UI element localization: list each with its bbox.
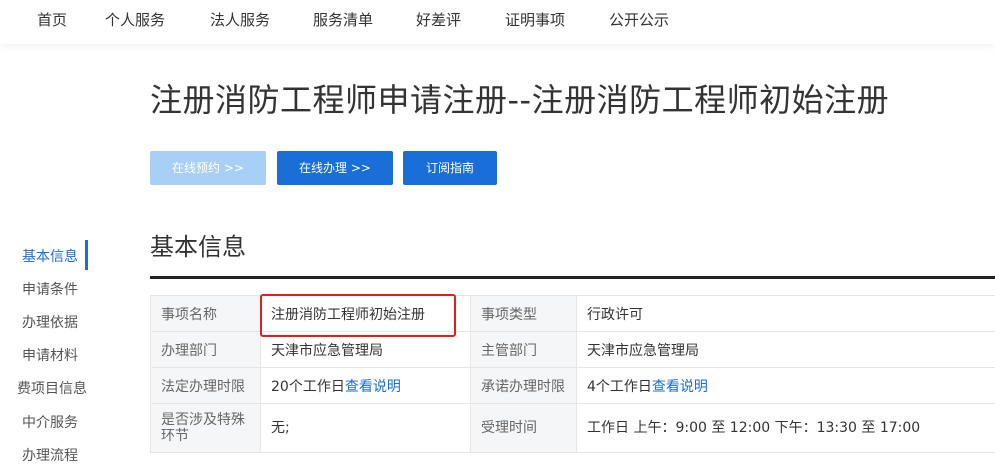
page-title: 注册消防工程师申请注册--注册消防工程师初始注册 (150, 81, 890, 119)
special-step-label: 是否涉及特殊环节 (150, 403, 261, 453)
sidebar-item-basic-info[interactable]: 基本信息 (22, 248, 78, 266)
legal-time-limit-value: 20个工作日 (271, 378, 345, 395)
legal-time-limit-label: 法定办理时限 (150, 367, 261, 404)
section-divider (150, 276, 995, 279)
item-name-value: 注册消防工程师初始注册 (260, 295, 471, 332)
sidebar-item-conditions[interactable]: 申请条件 (22, 281, 78, 299)
legal-time-limit-link[interactable]: 查看说明 (345, 379, 401, 395)
sidebar-item-fee-info[interactable]: 费项目信息 (17, 380, 87, 398)
online-booking-button[interactable]: 在线预约 >> (150, 151, 266, 185)
subscribe-guide-button[interactable]: 订阅指南 (403, 151, 497, 185)
promised-time-limit-value: 4个工作日 (587, 378, 652, 395)
department-label: 办理部门 (150, 331, 261, 368)
nav-item-home[interactable]: 首页 (37, 10, 67, 30)
nav-item-rating[interactable]: 好差评 (416, 10, 461, 30)
table-row: 事项名称 注册消防工程师初始注册 事项类型 行政许可 (150, 295, 995, 332)
online-processing-button[interactable]: 在线办理 >> (277, 151, 393, 185)
promised-time-limit-cell: 4个工作日查看说明 (576, 367, 995, 404)
item-type-label: 事项类型 (470, 295, 577, 332)
promised-time-limit-label: 承诺办理时限 (470, 367, 577, 404)
sidebar-item-legal-basis[interactable]: 办理依据 (22, 314, 78, 332)
nav-item-service-list[interactable]: 服务清单 (313, 10, 373, 30)
table-row: 办理部门 天津市应急管理局 主管部门 天津市应急管理局 (150, 331, 995, 368)
special-step-value: 无; (260, 403, 471, 453)
acceptance-time-label: 受理时间 (470, 403, 577, 453)
nav-item-public-notice[interactable]: 公开公示 (609, 10, 669, 30)
acceptance-time-value: 工作日 上午：9:00 至 12:00 下午：13:30 至 17:00 (576, 403, 995, 453)
nav-item-certification[interactable]: 证明事项 (505, 10, 565, 30)
nav-item-legal-entity-services[interactable]: 法人服务 (210, 10, 270, 30)
item-type-value: 行政许可 (576, 295, 995, 332)
nav-item-personal-services[interactable]: 个人服务 (105, 10, 165, 30)
sidebar-item-materials[interactable]: 申请材料 (22, 347, 78, 365)
supervisor-value: 天津市应急管理局 (576, 331, 995, 368)
supervisor-label: 主管部门 (470, 331, 577, 368)
sidebar-item-process[interactable]: 办理流程 (22, 447, 78, 465)
promised-time-limit-link[interactable]: 查看说明 (652, 379, 708, 395)
legal-time-limit-cell: 20个工作日查看说明 (260, 367, 471, 404)
table-row: 法定办理时限 20个工作日查看说明 承诺办理时限 4个工作日查看说明 (150, 367, 995, 404)
sidebar-item-intermediary[interactable]: 中介服务 (22, 414, 78, 432)
section-title: 基本信息 (150, 233, 246, 261)
top-nav: 首页 个人服务 法人服务 服务清单 好差评 证明事项 公开公示 (0, 0, 995, 44)
department-value: 天津市应急管理局 (260, 331, 471, 368)
table-row: 是否涉及特殊环节 无; 受理时间 工作日 上午：9:00 至 12:00 下午：… (150, 403, 995, 453)
sidebar: 基本信息 申请条件 办理依据 申请材料 费项目信息 中介服务 办理流程 (0, 240, 90, 476)
basic-info-table: 事项名称 注册消防工程师初始注册 事项类型 行政许可 办理部门 天津市应急管理局… (150, 295, 995, 453)
item-name-label: 事项名称 (150, 295, 261, 332)
